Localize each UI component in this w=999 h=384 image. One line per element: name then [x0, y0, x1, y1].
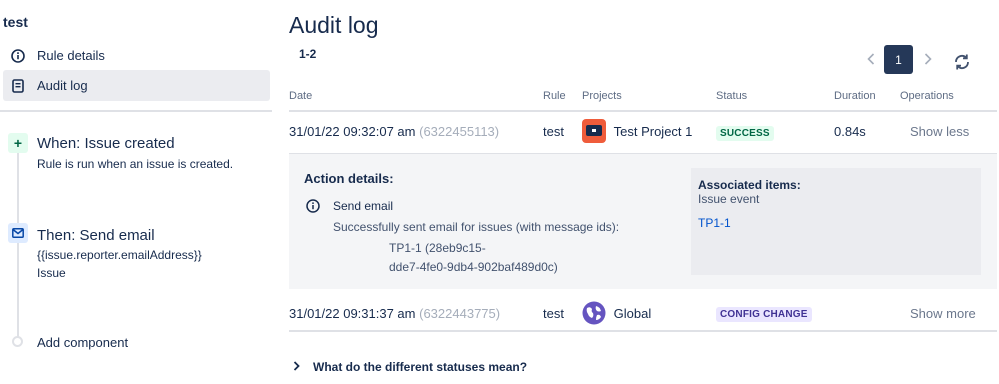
chevron-right-icon[interactable] — [918, 46, 938, 72]
details-heading: Action details: — [304, 171, 394, 186]
chevron-left-icon[interactable] — [861, 46, 881, 72]
status-badge-config-change: CONFIG CHANGE — [716, 307, 812, 322]
audit-log-panel: Audit log 1-2 1 Date Rule Projects Statu… — [289, 0, 997, 384]
action-title[interactable]: Then: Send email — [37, 227, 155, 244]
status-help-toggle[interactable]: What do the different statuses mean? — [293, 360, 527, 374]
flow-connector — [17, 150, 19, 338]
page-button-current[interactable]: 1 — [884, 45, 913, 74]
column-header-rule: Rule — [543, 90, 566, 102]
action-message: Successfully sent email for issues (with… — [333, 220, 620, 234]
nav-rule-details[interactable]: Rule details — [3, 40, 270, 71]
column-header-projects: Projects — [582, 90, 622, 102]
row-execution-id: (6322443775) — [419, 306, 501, 321]
info-icon — [3, 48, 33, 63]
divider — [0, 110, 272, 112]
row-divider — [289, 330, 997, 332]
status-badge-success: SUCCESS — [716, 126, 774, 141]
info-icon — [306, 199, 320, 213]
associated-items-title: Associated items: — [698, 178, 801, 192]
message-id-line-1: TP1-1 (28eb9c15- — [389, 241, 486, 255]
project-name: Test Project 1 — [613, 123, 693, 139]
row-project: Test Project 1 — [582, 119, 692, 143]
trigger-plus-icon: + — [8, 133, 28, 153]
row-rule: test — [543, 124, 564, 139]
row-rule: test — [543, 306, 564, 321]
sidebar: test Rule details Audit log + When: Issu… — [0, 0, 272, 384]
column-header-operations: Operations — [900, 90, 954, 102]
action-details-panel: Action details: Send email Successfully … — [289, 154, 997, 289]
email-icon — [8, 223, 28, 243]
nav-label: Rule details — [37, 48, 105, 63]
message-id-line-2: dde7-4fe0-9db4-902baf489d0c) — [389, 260, 558, 274]
column-header-date: Date — [289, 90, 313, 102]
associated-items-type: Issue event — [698, 192, 760, 206]
status-help-label: What do the different statuses mean? — [313, 360, 528, 374]
associated-items-box: Associated items: Issue event TP1-1 — [691, 168, 981, 275]
column-header-duration: Duration — [834, 90, 876, 102]
row-project: Global — [582, 301, 651, 325]
column-header-status: Status — [716, 90, 748, 102]
action-recipient: {{issue.reporter.emailAddress}} — [37, 248, 202, 262]
row-date-value: 31/01/22 09:31:37 am — [289, 306, 416, 321]
row-date: 31/01/22 09:32:07 am (6322455113) — [289, 124, 499, 139]
show-more-link[interactable]: Show more — [910, 306, 976, 321]
action-subject: Issue — [37, 266, 66, 280]
add-component-link[interactable]: Add component — [37, 335, 128, 350]
action-name: Send email — [333, 199, 394, 213]
chevron-right-icon — [293, 360, 303, 374]
nav-label: Audit log — [37, 78, 88, 93]
add-component-dot — [12, 336, 23, 347]
project-avatar-icon — [582, 119, 606, 143]
show-less-link[interactable]: Show less — [910, 124, 969, 139]
result-range: 1-2 — [299, 47, 317, 61]
table-header-divider — [289, 110, 997, 112]
rule-name: test — [3, 14, 28, 30]
row-date: 31/01/22 09:31:37 am (6322443775) — [289, 306, 500, 321]
trigger-description: Rule is run when an issue is created. — [37, 157, 234, 171]
row-duration: 0.84s — [834, 124, 866, 139]
row-execution-id: (6322455113) — [419, 124, 500, 139]
refresh-icon[interactable] — [951, 51, 973, 73]
row-date-value: 31/01/22 09:32:07 am — [289, 124, 416, 139]
page-title: Audit log — [289, 12, 379, 38]
nav-audit-log[interactable]: Audit log — [3, 70, 270, 101]
globe-icon — [582, 301, 606, 325]
associated-issue-link[interactable]: TP1-1 — [698, 216, 731, 230]
trigger-title[interactable]: When: Issue created — [37, 135, 175, 152]
project-name: Global — [613, 305, 652, 321]
document-icon — [3, 78, 33, 93]
